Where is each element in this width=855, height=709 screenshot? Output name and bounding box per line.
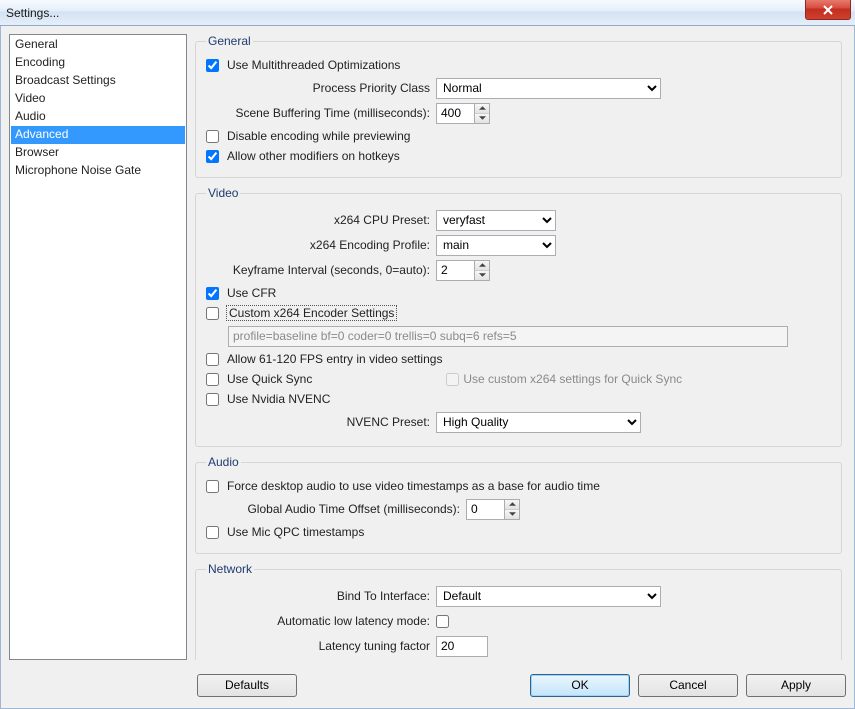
group-network: Network Bind To Interface: Default Autom… — [195, 562, 842, 660]
qsv-custom-checkbox — [446, 373, 459, 386]
nvenc-label[interactable]: Use Nvidia NVENC — [227, 392, 330, 406]
buffer-spin-down[interactable] — [475, 114, 489, 123]
allow120-checkbox[interactable] — [206, 353, 219, 366]
defaults-button[interactable]: Defaults — [197, 674, 297, 697]
priority-label: Process Priority Class — [206, 81, 436, 95]
allow-modifiers-label[interactable]: Allow other modifiers on hotkeys — [227, 149, 400, 163]
sidebar-item-video[interactable]: Video — [11, 90, 185, 108]
bind-label: Bind To Interface: — [206, 589, 436, 603]
offset-label: Global Audio Time Offset (milliseconds): — [206, 502, 466, 516]
multithread-checkbox[interactable] — [206, 59, 219, 72]
qsv-custom-label: Use custom x264 settings for Quick Sync — [463, 372, 682, 386]
lowlat-label: Automatic low latency mode: — [206, 614, 436, 628]
force-ts-label[interactable]: Force desktop audio to use video timesta… — [227, 479, 600, 493]
keyframe-spinner[interactable] — [436, 260, 490, 281]
qpc-checkbox[interactable] — [206, 526, 219, 539]
keyframe-label: Keyframe Interval (seconds, 0=auto): — [206, 263, 436, 277]
force-ts-checkbox[interactable] — [206, 480, 219, 493]
nvenc-preset-label: NVENC Preset: — [206, 415, 436, 429]
titlebar: Settings... — [0, 0, 855, 26]
allow-modifiers-checkbox[interactable] — [206, 150, 219, 163]
tuning-input[interactable] — [436, 636, 488, 657]
close-icon — [823, 5, 833, 15]
ok-button[interactable]: OK — [530, 674, 630, 697]
buffer-spin-up[interactable] — [475, 104, 489, 114]
allow120-label[interactable]: Allow 61-120 FPS entry in video settings — [227, 352, 442, 366]
keyframe-spin-up[interactable] — [475, 261, 489, 271]
group-video: Video x264 CPU Preset: veryfast x264 Enc… — [195, 186, 842, 447]
sidebar-item-browser[interactable]: Browser — [11, 144, 185, 162]
qpc-label[interactable]: Use Mic QPC timestamps — [227, 525, 364, 539]
group-video-legend: Video — [206, 186, 240, 200]
profile-select[interactable]: main — [436, 235, 556, 256]
sidebar-item-micnoisegate[interactable]: Microphone Noise Gate — [11, 162, 185, 180]
custom-x264-label[interactable]: Custom x264 Encoder Settings — [227, 306, 396, 320]
nvenc-preset-select[interactable]: High Quality — [436, 412, 641, 433]
offset-spin-down[interactable] — [505, 510, 519, 519]
qsv-label[interactable]: Use Quick Sync — [227, 372, 312, 386]
nvenc-checkbox[interactable] — [206, 393, 219, 406]
disable-preview-label[interactable]: Disable encoding while previewing — [227, 129, 410, 143]
offset-spin-up[interactable] — [505, 500, 519, 510]
qsv-checkbox[interactable] — [206, 373, 219, 386]
buffer-label: Scene Buffering Time (milliseconds): — [206, 106, 436, 120]
group-audio-legend: Audio — [206, 455, 241, 469]
cancel-button[interactable]: Cancel — [638, 674, 738, 697]
bind-select[interactable]: Default — [436, 586, 661, 607]
custom-x264-input — [228, 326, 788, 347]
profile-label: x264 Encoding Profile: — [206, 238, 436, 252]
close-button[interactable] — [805, 0, 851, 20]
sidebar-item-general[interactable]: General — [11, 36, 185, 54]
sidebar-item-broadcast[interactable]: Broadcast Settings — [11, 72, 185, 90]
lowlat-checkbox[interactable] — [436, 615, 449, 628]
cfr-checkbox[interactable] — [206, 287, 219, 300]
sidebar-item-audio[interactable]: Audio — [11, 108, 185, 126]
cfr-label[interactable]: Use CFR — [227, 286, 276, 300]
group-general: General Use Multithreaded Optimizations … — [195, 34, 842, 178]
buffer-input[interactable] — [436, 103, 474, 124]
buffer-spinner[interactable] — [436, 103, 490, 124]
custom-x264-checkbox[interactable] — [206, 307, 219, 320]
group-audio: Audio Force desktop audio to use video t… — [195, 455, 842, 554]
cpu-preset-label: x264 CPU Preset: — [206, 213, 436, 227]
offset-spinner[interactable] — [466, 499, 520, 520]
settings-pane: General Use Multithreaded Optimizations … — [195, 34, 846, 660]
cpu-preset-select[interactable]: veryfast — [436, 210, 556, 231]
window-title: Settings... — [6, 6, 59, 20]
disable-preview-checkbox[interactable] — [206, 130, 219, 143]
multithread-label[interactable]: Use Multithreaded Optimizations — [227, 58, 400, 72]
settings-category-list[interactable]: General Encoding Broadcast Settings Vide… — [9, 34, 187, 660]
apply-button[interactable]: Apply — [746, 674, 846, 697]
sidebar-item-advanced[interactable]: Advanced — [11, 126, 185, 144]
group-general-legend: General — [206, 34, 253, 48]
keyframe-spin-down[interactable] — [475, 271, 489, 280]
sidebar-item-encoding[interactable]: Encoding — [11, 54, 185, 72]
tuning-label: Latency tuning factor — [206, 639, 436, 653]
keyframe-input[interactable] — [436, 260, 474, 281]
priority-select[interactable]: Normal — [436, 78, 661, 99]
offset-input[interactable] — [466, 499, 504, 520]
dialog-buttons: Defaults OK Cancel Apply — [9, 670, 846, 700]
group-network-legend: Network — [206, 562, 254, 576]
